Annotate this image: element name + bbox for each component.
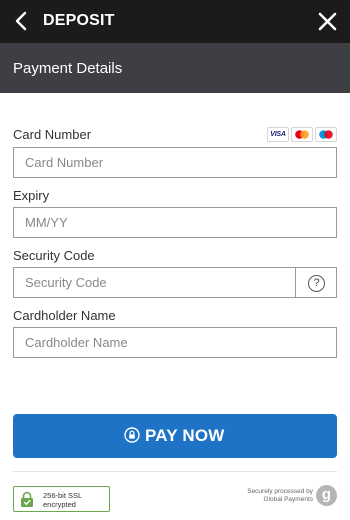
cardholder-name-input[interactable] — [14, 328, 336, 357]
pay-now-button[interactable]: PAY NOW — [13, 414, 337, 458]
ssl-text: 256-bit SSL encrypted — [43, 491, 82, 509]
maestro-icon — [315, 127, 337, 142]
close-icon — [318, 12, 337, 31]
global-payments-logo: g — [316, 485, 337, 506]
security-code-field[interactable] — [13, 267, 296, 298]
section-header: Payment Details — [0, 43, 350, 93]
security-code-help-button[interactable]: ? — [295, 267, 337, 298]
footer-divider — [13, 471, 337, 472]
card-number-label: Card Number — [13, 127, 92, 142]
card-number-input[interactable] — [14, 148, 336, 177]
visa-icon: VISA — [267, 127, 289, 142]
security-code-input[interactable] — [14, 268, 295, 297]
logo-letter: g — [321, 486, 332, 503]
processed-by-text: Securely processed by Global Payments — [247, 488, 313, 504]
expiry-input[interactable] — [14, 208, 336, 237]
chevron-left-icon — [15, 11, 27, 31]
expiry-field[interactable] — [13, 207, 337, 238]
ssl-line-2: encrypted — [43, 500, 76, 509]
processed-line-1: Securely processed by — [247, 488, 313, 495]
global-payments-badge: Securely processed by Global Payments g — [227, 485, 337, 507]
cardholder-name-field[interactable] — [13, 327, 337, 358]
expiry-label: Expiry — [13, 188, 50, 203]
section-title: Payment Details — [13, 60, 123, 77]
cardholder-name-label: Cardholder Name — [13, 308, 116, 323]
lock-icon — [21, 491, 33, 507]
question-circle-icon: ? — [308, 275, 325, 292]
card-number-field[interactable] — [13, 147, 337, 178]
close-button[interactable] — [317, 11, 338, 32]
card-brand-logos: VISA — [267, 127, 337, 143]
visa-text: VISA — [270, 131, 286, 138]
pay-now-content: PAY NOW — [13, 414, 337, 458]
back-button[interactable] — [12, 11, 32, 31]
top-bar: DEPOSIT — [0, 0, 350, 43]
mastercard-icon — [291, 127, 313, 142]
lock-icon — [124, 427, 140, 443]
ssl-badge: 256-bit SSL encrypted — [13, 486, 110, 512]
processed-line-2: Global Payments — [263, 496, 314, 503]
ssl-line-1: 256-bit SSL — [43, 491, 83, 500]
pay-now-label: PAY NOW — [145, 426, 225, 445]
security-code-label: Security Code — [13, 248, 95, 263]
page-title: DEPOSIT — [43, 12, 115, 29]
